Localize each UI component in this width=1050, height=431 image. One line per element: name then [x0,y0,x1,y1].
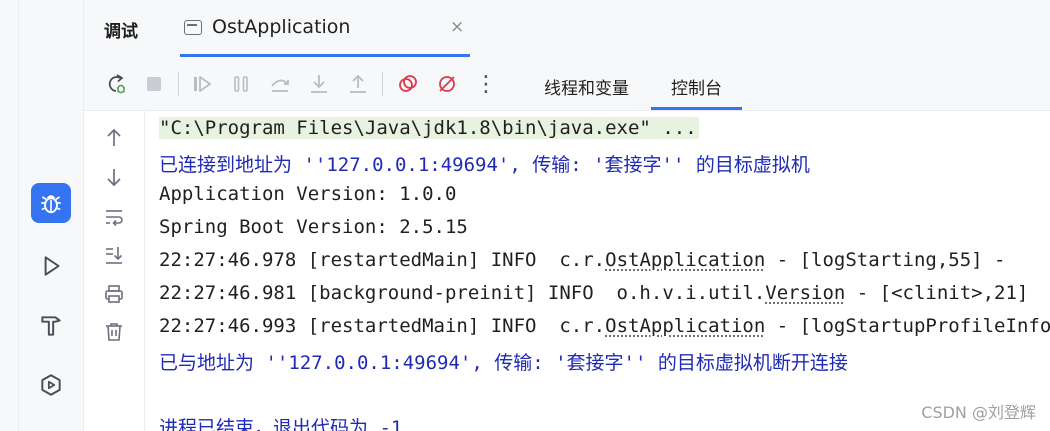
rerun-debug-icon [108,74,125,94]
play-icon [44,256,60,276]
run-tool-button[interactable] [31,246,71,286]
console-output[interactable]: "C:\Program Files\Java\jdk1.8\bin\java.e… [145,111,1050,431]
build-tool-button[interactable] [31,306,71,346]
log-prefix: 22:27:46.981 [background-preinit] INFO o… [159,282,766,304]
view-breakpoints-button[interactable] [394,70,422,98]
scroll-to-end-icon [106,247,123,264]
debug-window-title: 调试 [104,22,138,42]
tool-window-stripe [19,0,84,431]
console-line-log: 22:27:46.981 [background-preinit] INFO o… [159,282,1028,304]
step-over-icon [271,79,289,92]
pause-button[interactable] [227,70,255,98]
debug-toolbar: ⋮ 线程和变量 控制台 [84,58,1050,111]
toolbar-separator [382,72,383,96]
services-icon [41,374,61,396]
trash-icon [106,323,122,341]
clear-all-button[interactable] [101,319,127,345]
step-into-button[interactable] [305,70,333,98]
tab-threads-variables[interactable]: 线程和变量 [544,58,629,110]
class-link[interactable]: Version [765,282,845,304]
step-out-icon [350,74,366,93]
console-line-spring-version: Spring Boot Version: 2.5.15 [159,216,468,238]
bug-icon [41,195,61,214]
scroll-to-end-button[interactable] [101,242,127,268]
stop-button[interactable] [140,70,168,98]
previous-occurrence-button[interactable] [101,125,127,151]
log-suffix: - [<clinit>,21] [845,282,1029,304]
log-suffix: - [logStarting,55] - [765,249,1017,271]
debug-window-header: 调试 OstApplication × [84,0,1050,58]
next-occurrence-button[interactable] [101,164,127,190]
arrow-up-icon [107,128,121,146]
log-suffix: - [logStartupProfileInfo [765,315,1050,337]
hammer-icon [41,316,61,336]
soft-wrap-button[interactable] [101,204,127,230]
run-config-tab-label: OstApplication [212,16,351,38]
printer-icon [105,285,123,303]
breakpoints-icon [399,75,417,92]
console-line-connected: 已连接到地址为 ''127.0.0.1:49694', 传输: '套接字'' 的… [159,154,810,176]
rerun-button[interactable] [102,70,130,98]
mute-breakpoints-button[interactable] [433,70,461,98]
arrow-down-icon [107,169,121,187]
run-config-tab[interactable]: OstApplication × [180,0,470,57]
services-tool-button[interactable] [31,365,71,405]
resume-icon [194,76,211,92]
console-line-command: "C:\Program Files\Java\jdk1.8\bin\java.e… [159,117,699,139]
close-tab-button[interactable]: × [450,17,464,37]
print-button[interactable] [101,281,127,307]
soft-wrap-icon [106,210,123,227]
class-link[interactable]: OstApplication [605,315,765,337]
console-line-disconnected: 已与地址为 ''127.0.0.1:49694', 传输: '套接字'' 的目标… [159,352,848,374]
mute-breakpoints-icon [439,76,455,92]
more-options-button[interactable]: ⋮ [472,70,500,98]
console-line-app-version: Application Version: 1.0.0 [159,183,457,205]
left-edge-strip [0,0,19,431]
log-prefix: 22:27:46.978 [restartedMain] INFO c.r. [159,249,606,271]
watermark: CSDN @刘登辉 [921,403,1036,422]
log-prefix: 22:27:46.993 [restartedMain] INFO c.r. [159,315,606,337]
debug-tool-button[interactable] [31,183,71,223]
tab-console[interactable]: 控制台 [651,58,742,110]
pause-icon [234,76,248,92]
resume-button[interactable] [188,70,216,98]
step-over-button[interactable] [266,70,294,98]
class-link[interactable]: OstApplication [605,249,765,271]
toolbar-separator [178,72,179,96]
window-icon [184,20,202,35]
step-out-button[interactable] [344,70,372,98]
console-line-log: 22:27:46.978 [restartedMain] INFO c.r.Os… [159,249,1017,271]
step-into-icon [311,75,327,93]
stop-icon [147,77,161,91]
console-line-exit-code: 进程已结束，退出代码为 -1 [159,417,403,431]
console-actions-bar [84,111,145,431]
console-line-log: 22:27:46.993 [restartedMain] INFO c.r.Os… [159,315,1050,337]
